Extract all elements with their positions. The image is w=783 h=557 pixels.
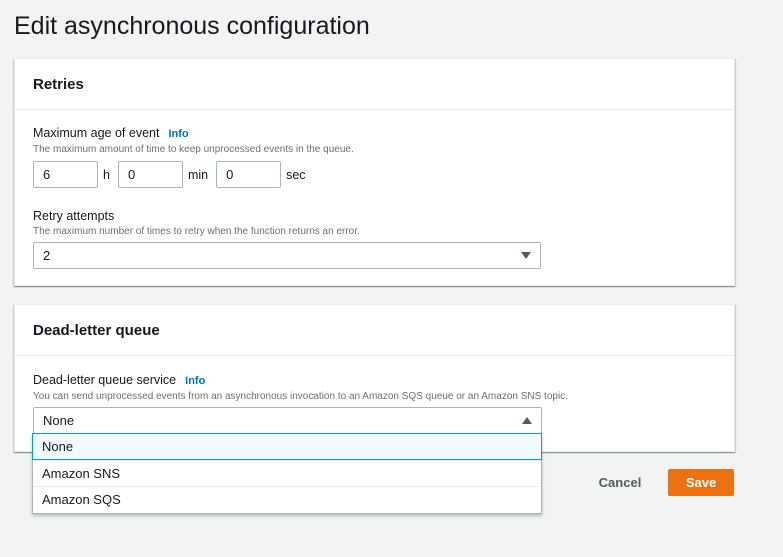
dropdown-option-amazon-sns[interactable]: Amazon SNS (33, 459, 541, 487)
dlq-service-info-link[interactable]: Info (185, 373, 205, 389)
dlq-service-description: You can send unprocessed events from an … (33, 391, 568, 402)
hours-unit: h (103, 167, 110, 182)
retry-attempts-label: Retry attempts (33, 209, 115, 223)
retries-title: Retries (33, 75, 84, 93)
dropdown-option-amazon-sqs[interactable]: Amazon SQS (33, 486, 541, 513)
caret-up-icon (522, 417, 532, 424)
dlq-service-label: Dead-letter queue service (33, 373, 177, 387)
max-age-description: The maximum amount of time to keep unpro… (33, 144, 354, 155)
retries-panel-body: Maximum age of event Info The maximum am… (15, 125, 734, 269)
dlq-service-label-row: Dead-letter queue service Info (33, 372, 716, 389)
max-age-label: Maximum age of event (33, 126, 160, 140)
dlq-service-dropdown: None Amazon SNS Amazon SQS (32, 433, 542, 514)
dlq-title: Dead-letter queue (33, 321, 160, 339)
dlq-service-select[interactable]: None (33, 407, 542, 434)
max-age-info-link[interactable]: Info (168, 126, 188, 142)
retry-attempts-description: The maximum number of times to retry whe… (33, 226, 360, 237)
retries-panel-header: Retries (15, 59, 734, 110)
dropdown-option-none[interactable]: None (32, 433, 542, 460)
max-age-inputs: 6 h 0 min 0 sec (33, 161, 716, 188)
cancel-button[interactable]: Cancel (588, 469, 652, 496)
dlq-panel-header: Dead-letter queue (15, 305, 734, 356)
max-age-seconds-input[interactable]: 0 (216, 161, 282, 188)
max-age-minutes-input[interactable]: 0 (117, 161, 183, 188)
caret-down-icon (521, 252, 531, 259)
dlq-panel-body: Dead-letter queue service Info You can s… (15, 372, 734, 434)
retry-attempts-select[interactable]: 2 (33, 242, 541, 269)
dlq-panel: Dead-letter queue Dead-letter queue serv… (14, 304, 735, 452)
max-age-hours-input[interactable]: 6 (33, 161, 98, 188)
save-button[interactable]: Save (668, 469, 734, 496)
max-age-label-row: Maximum age of event Info (33, 125, 716, 142)
retries-panel: Retries Maximum age of event Info The ma… (14, 58, 735, 286)
page-title: Edit asynchronous configuration (14, 12, 370, 40)
seconds-unit: sec (286, 167, 306, 182)
minutes-unit: min (187, 167, 209, 182)
dlq-service-value: None (43, 413, 75, 428)
retry-attempts-value: 2 (43, 248, 51, 263)
